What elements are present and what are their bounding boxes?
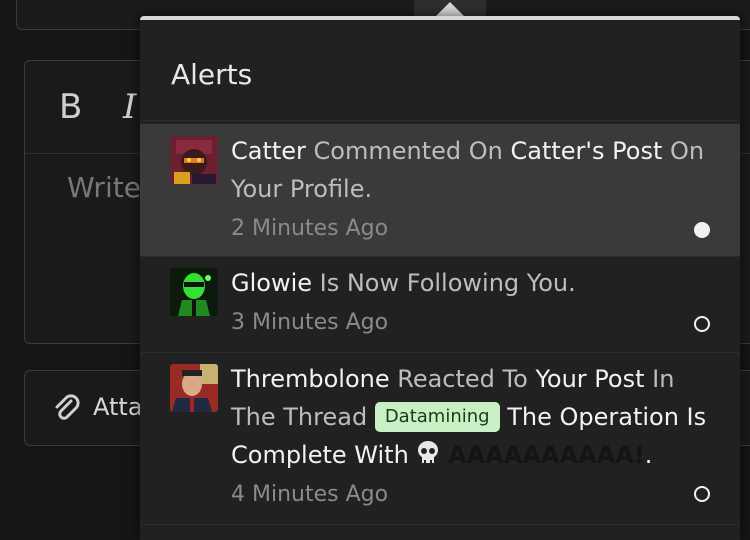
alert-item[interactable]: Glowie Is Now Following You. 3 Minutes A… (140, 256, 740, 353)
skull-emoji-icon (418, 441, 439, 464)
alert-time: 4 Minutes Ago (231, 482, 389, 507)
alert-action-text: Reacted To (389, 365, 536, 393)
alert-time: 2 Minutes Ago (231, 216, 389, 241)
mark-read-toggle[interactable] (694, 486, 710, 502)
alert-text: Glowie Is Now Following You. 3 Minutes A… (231, 264, 710, 341)
alert-content-link[interactable]: Catter's Post (511, 137, 663, 165)
alerts-title: Alerts (171, 58, 253, 91)
alert-time: 3 Minutes Ago (231, 310, 389, 335)
alert-action-text: Is Now Following You. (312, 269, 576, 297)
avatar[interactable] (170, 136, 218, 184)
alert-item[interactable]: Thrembolone Reacted To Your Post In The … (140, 352, 740, 525)
mark-read-toggle[interactable] (694, 316, 710, 332)
attach-files-label: Atta (93, 393, 143, 421)
alert-content-link[interactable]: Your Post (535, 365, 644, 393)
avatar[interactable] (170, 364, 218, 412)
reaction-text: AAAAAAAAAA! (448, 441, 645, 469)
avatar[interactable] (170, 268, 218, 316)
alert-username[interactable]: Catter (231, 137, 306, 165)
alert-item[interactable]: Catter Commented On Catter's Post On You… (140, 124, 740, 257)
alert-username[interactable]: Glowie (231, 269, 312, 297)
dropdown-caret-icon (436, 2, 464, 16)
alert-text: Catter Commented On Catter's Post On You… (231, 132, 710, 247)
mark-read-toggle[interactable] (694, 222, 710, 238)
alert-punctuation: . (644, 441, 653, 469)
alerts-header: Alerts (140, 20, 740, 121)
alert-text: Thrembolone Reacted To Your Post In The … (231, 360, 710, 513)
italic-button[interactable]: I (123, 87, 136, 127)
bold-button[interactable]: B (59, 87, 82, 127)
alerts-dropdown: Alerts Catter Commented On Catter's Post… (140, 16, 740, 540)
editor-placeholder[interactable]: Write (67, 171, 141, 204)
thread-prefix-tag[interactable]: Datamining (374, 402, 500, 432)
paperclip-icon (55, 394, 80, 420)
alert-action-text: Commented On (305, 137, 511, 165)
alert-username[interactable]: Thrembolone (231, 365, 390, 393)
